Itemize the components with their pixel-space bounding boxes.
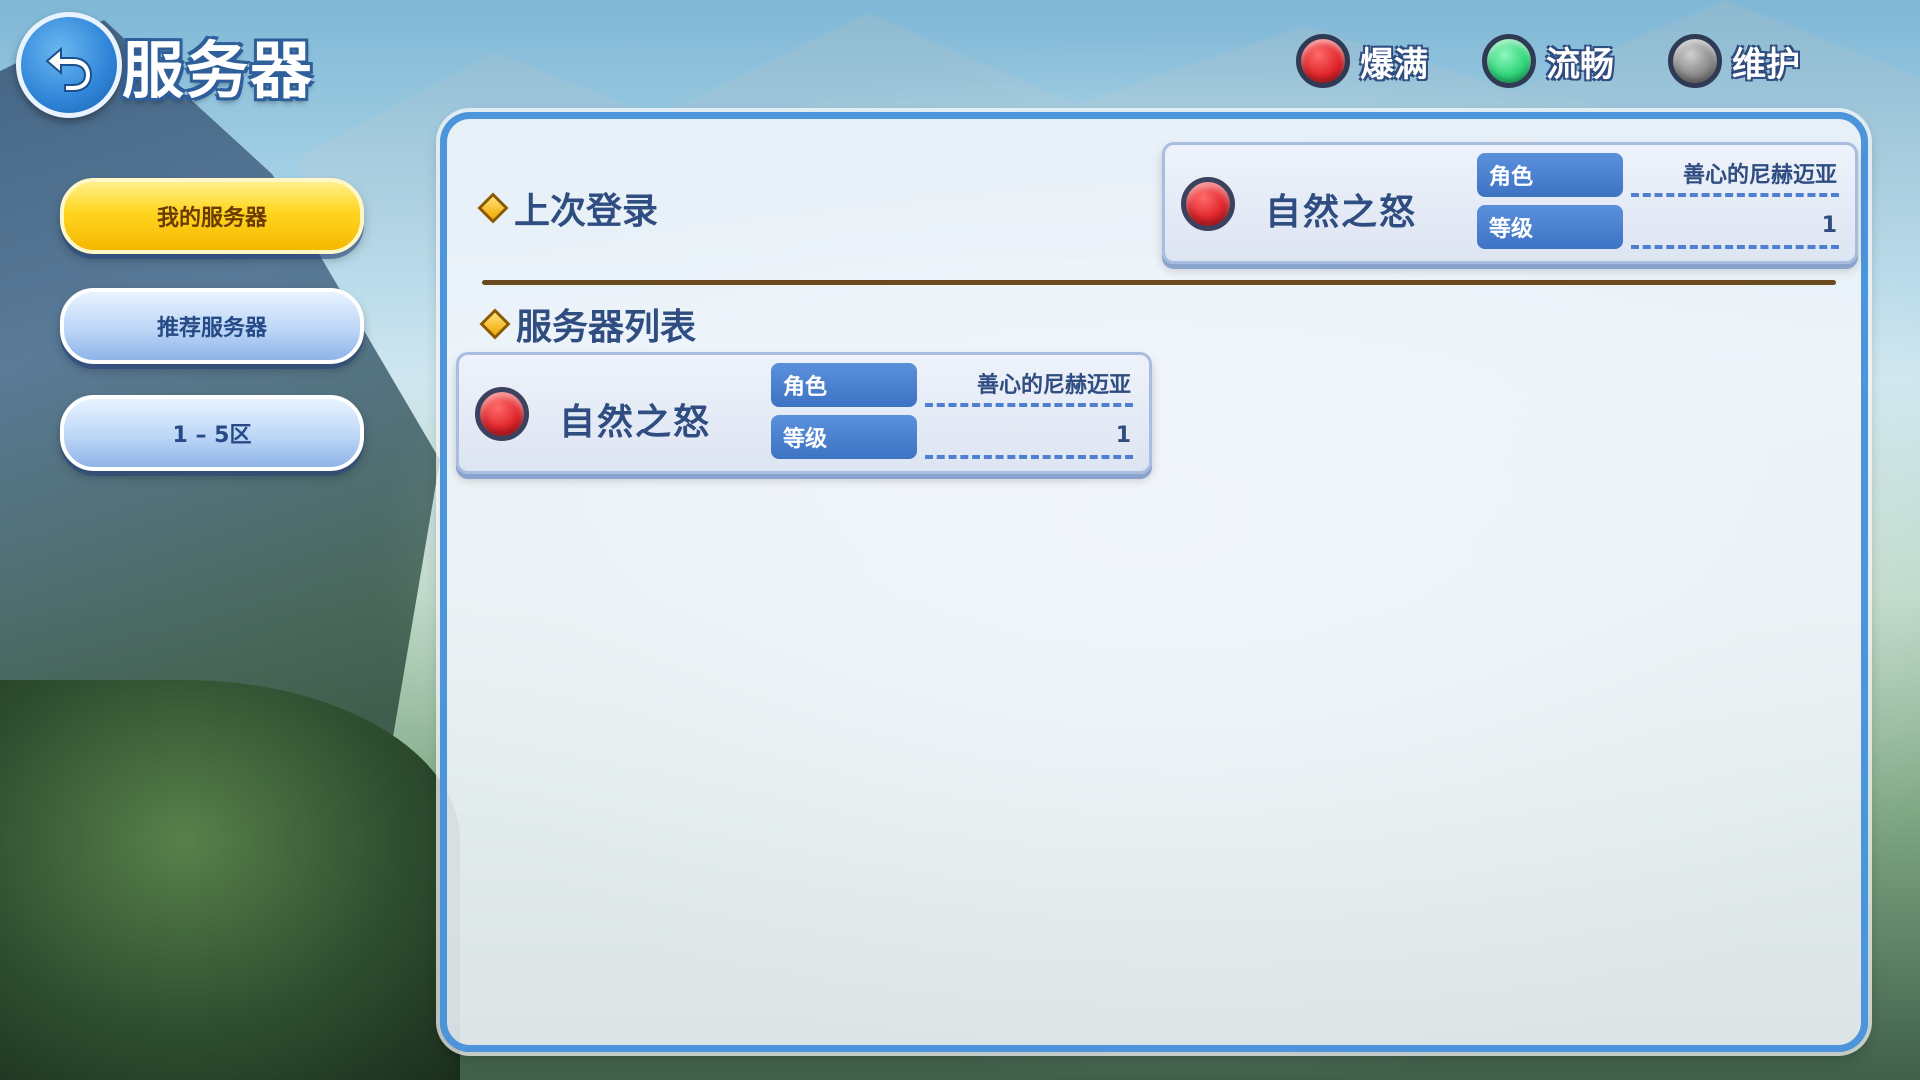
tab-my-servers[interactable]: 我的服务器 <box>60 178 364 254</box>
diamond-icon <box>479 308 511 340</box>
tab-zone-1-5[interactable]: 1 – 5区 <box>60 395 364 471</box>
last-login-server-card[interactable]: 自然之怒 角色 善心的尼赫迈亚 等级 1 <box>1162 142 1858 264</box>
server-name: 自然之怒 <box>559 402 712 443</box>
legend-label-full: 爆满 <box>1360 44 1428 85</box>
role-value: 善心的尼赫迈亚 <box>925 363 1133 407</box>
page-title: 服务器 <box>122 34 315 107</box>
status-full-icon <box>475 387 529 441</box>
status-full-icon <box>1181 177 1235 231</box>
status-smooth-icon <box>1482 34 1536 88</box>
last-login-section: 上次登录 <box>477 182 659 234</box>
diamond-icon <box>477 192 509 224</box>
status-maintenance-icon <box>1668 34 1722 88</box>
legend-label-maintenance: 维护 <box>1732 44 1800 85</box>
server-list-title: 服务器列表 <box>516 307 697 348</box>
server-list-card[interactable]: 自然之怒 角色 善心的尼赫迈亚 等级 1 <box>456 352 1152 474</box>
server-list-section: 服务器列表 <box>479 298 697 350</box>
role-value: 善心的尼赫迈亚 <box>1631 153 1839 197</box>
server-name: 自然之怒 <box>1265 192 1418 233</box>
level-label: 等级 <box>1477 205 1623 249</box>
level-label: 等级 <box>771 415 917 459</box>
status-legend: 爆满 流畅 维护 <box>1296 34 1800 88</box>
legend-maintenance: 维护 <box>1668 34 1800 88</box>
level-value: 1 <box>1631 205 1839 249</box>
level-value: 1 <box>925 415 1133 459</box>
back-arrow-icon <box>45 46 93 92</box>
last-login-title: 上次登录 <box>514 191 659 232</box>
section-divider <box>482 280 1836 285</box>
legend-label-smooth: 流畅 <box>1546 44 1614 85</box>
tab-recommended-servers[interactable]: 推荐服务器 <box>60 288 364 364</box>
role-label: 角色 <box>1477 153 1623 197</box>
game-screen: 服务器 爆满 流畅 维护 我的服务器 推荐服务器 1 – 5区 上次登录 自然之… <box>0 0 1920 1080</box>
legend-full: 爆满 <box>1296 34 1428 88</box>
legend-smooth: 流畅 <box>1482 34 1614 88</box>
status-full-icon <box>1296 34 1350 88</box>
back-button[interactable] <box>16 12 122 118</box>
role-label: 角色 <box>771 363 917 407</box>
